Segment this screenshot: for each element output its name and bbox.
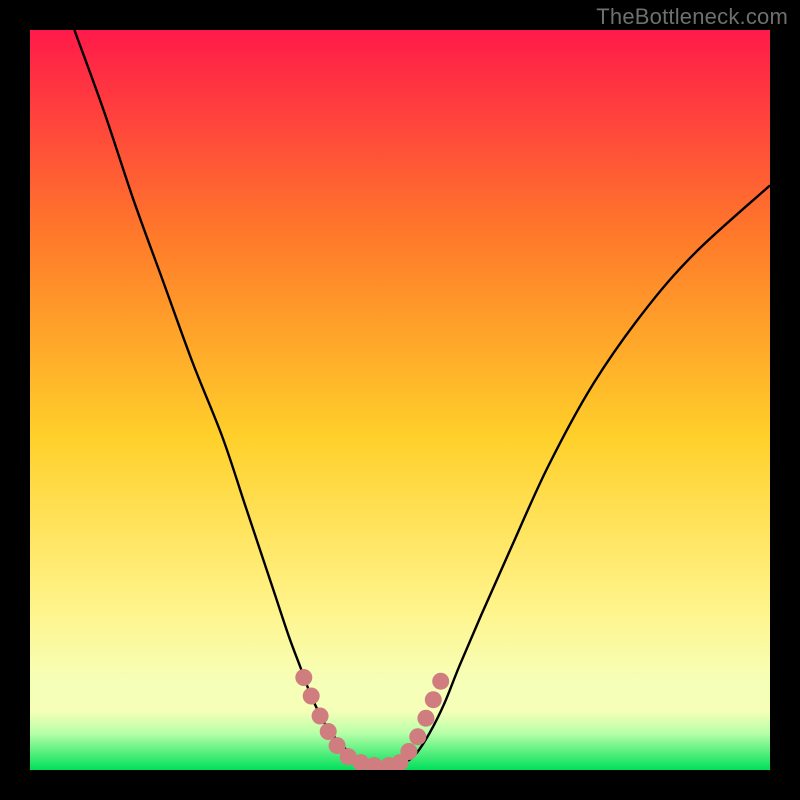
left-curve [74,30,370,766]
marker-dot [425,691,442,708]
marker-dot [295,669,312,686]
watermark-text: TheBottleneck.com [596,4,788,30]
marker-dot [400,743,417,760]
marker-dot [417,710,434,727]
marker-dot [312,707,329,724]
chart-container: TheBottleneck.com [0,0,800,800]
marker-dot [303,688,320,705]
marker-dots [295,669,449,770]
marker-dot [432,673,449,690]
curve-overlay [30,30,770,770]
marker-dot [320,723,337,740]
marker-dot [409,728,426,745]
right-curve [400,185,770,765]
